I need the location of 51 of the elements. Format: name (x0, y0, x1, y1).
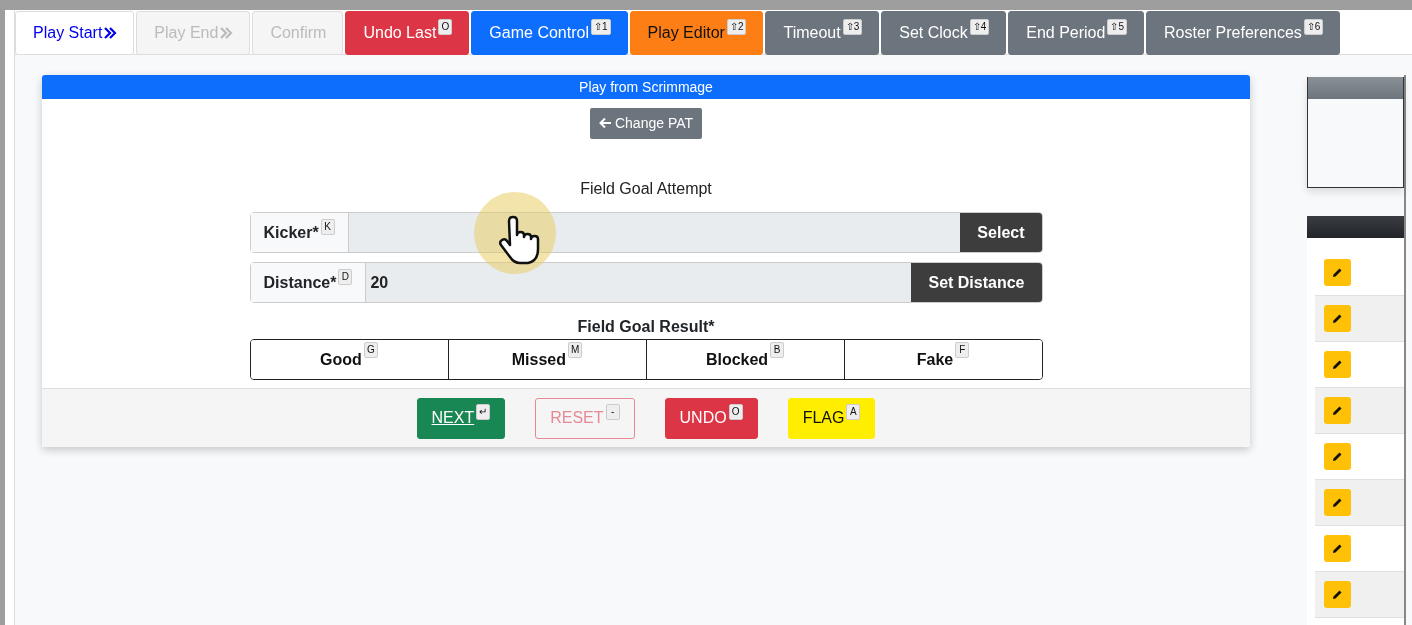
footer-button[interactable]: RESET - (535, 397, 635, 439)
pencil-icon (1332, 451, 1343, 462)
footer-button[interactable]: UNDO O (664, 397, 758, 439)
edit-button[interactable] (1324, 581, 1351, 608)
change-pat-button[interactable]: Change PAT (589, 108, 703, 139)
hotkey-hint: ⇧1 (590, 19, 611, 35)
hotkey-hint: F (955, 341, 970, 358)
section-title: Field Goal Attempt (580, 179, 712, 199)
hotkey-hint: - (605, 404, 620, 420)
double-chevron-icon (219, 26, 234, 40)
hotkey-hint: O (728, 404, 743, 420)
toolbar-tab[interactable]: Roster Preferences ⇧6 (1146, 11, 1341, 55)
toolbar-tab[interactable]: Undo Last O (345, 11, 470, 55)
toolbar-tab[interactable]: Timeout ⇧3 (765, 11, 880, 55)
hotkey-hint: O (438, 19, 453, 35)
hotkey-hint: B (770, 341, 785, 358)
hotkey-hint: M (567, 341, 583, 358)
hotkey-hint: ⇧4 (969, 19, 990, 35)
pencil-icon (1332, 405, 1343, 416)
edit-button[interactable] (1324, 305, 1351, 332)
edit-button[interactable] (1324, 443, 1351, 470)
pencil-icon (1332, 589, 1343, 600)
hotkey-hint: ⇧3 (842, 19, 863, 35)
card-header: Play from Scrimmage (42, 75, 1250, 99)
edit-button[interactable] (1324, 259, 1351, 286)
edit-button[interactable] (1324, 489, 1351, 516)
double-chevron-icon (103, 26, 118, 40)
edit-button[interactable] (1324, 351, 1351, 378)
result-label: Field Goal Result* (577, 317, 715, 337)
pencil-icon (1332, 267, 1343, 278)
hotkey-hint: A (846, 404, 861, 420)
toolbar-tab[interactable]: Game Control ⇧1 (471, 11, 628, 55)
left-arrow-icon (598, 117, 612, 129)
result-option[interactable]: Good G (250, 340, 449, 379)
footer-button[interactable]: FLAG A (787, 397, 876, 439)
hotkey-hint: ⇧6 (1303, 19, 1324, 35)
toolbar-tab[interactable]: Play Editor ⇧2 (629, 11, 764, 55)
hotkey-hint: G (363, 341, 378, 358)
pencil-icon (1332, 497, 1343, 508)
toolbar-tab[interactable]: Set Clock ⇧4 (881, 11, 1007, 55)
toolbar-tab[interactable]: End Period ⇧5 (1008, 11, 1144, 55)
pencil-icon (1332, 543, 1343, 554)
hotkey-hint: ⇧5 (1107, 19, 1127, 35)
pencil-icon (1332, 359, 1343, 370)
hotkey-hint: ↵ (476, 404, 491, 420)
footer-button[interactable]: NEXT ↵ (416, 397, 506, 439)
toolbar-tab[interactable]: Play Start (15, 11, 135, 55)
edit-button[interactable] (1324, 535, 1351, 562)
pencil-icon (1332, 313, 1343, 324)
edit-button[interactable] (1324, 397, 1351, 424)
hotkey-hint: ⇧2 (726, 19, 747, 35)
